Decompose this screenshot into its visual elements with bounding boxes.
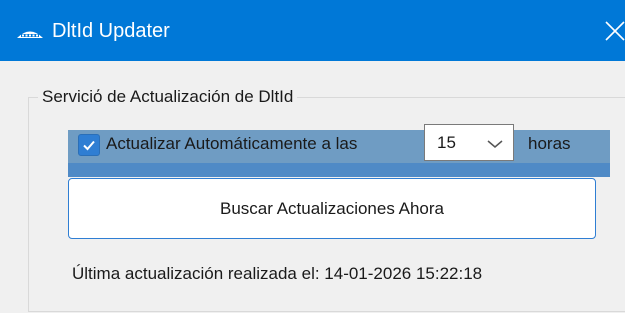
last-update-status: Última actualización realizada el: 14-01… <box>72 264 483 283</box>
auto-update-checkbox[interactable] <box>78 134 100 156</box>
selection-band <box>68 163 610 177</box>
auto-update-label[interactable]: Actualizar Automáticamente a las <box>106 133 357 155</box>
hour-value: 15 <box>437 133 456 152</box>
updater-window: DltId Updater Serviciό de Actualización … <box>0 0 625 313</box>
chevron-down-icon <box>487 139 503 149</box>
group-legend: Serviciό de Actualización de DltId <box>38 86 298 108</box>
search-updates-label: Buscar Actualizaciones Ahora <box>220 199 444 218</box>
search-updates-button[interactable]: Buscar Actualizaciones Ahora <box>68 178 596 239</box>
app-logo-icon <box>16 26 44 38</box>
title-bar[interactable]: DltId Updater <box>0 0 625 61</box>
hour-dropdown[interactable]: 15 <box>424 124 514 161</box>
checkmark-icon <box>83 140 95 151</box>
close-button[interactable] <box>594 12 625 50</box>
window-title: DltId Updater <box>52 20 170 42</box>
close-icon <box>605 21 625 41</box>
hours-label: horas <box>528 134 571 153</box>
